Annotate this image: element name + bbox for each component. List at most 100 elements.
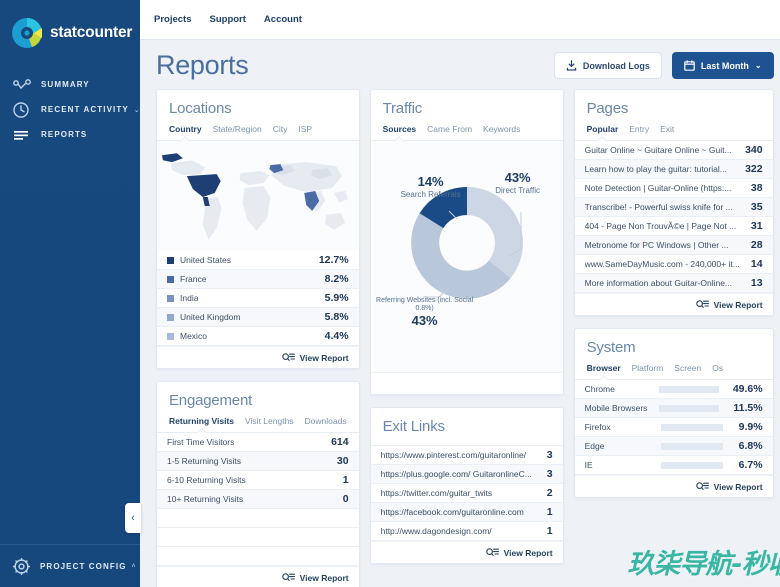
row-value: 14 bbox=[750, 258, 763, 270]
row-value: 5.8% bbox=[324, 311, 349, 323]
view-report-button[interactable]: View Report bbox=[574, 293, 773, 315]
table-row[interactable]: 1-5 Returning Visits 30 bbox=[157, 452, 359, 471]
row-value: 12.7% bbox=[318, 254, 349, 266]
sidebar-item-project-config[interactable]: PROJECT CONFIG ˄ bbox=[0, 544, 140, 587]
tab-state-region[interactable]: State/Region bbox=[213, 124, 262, 134]
table-row[interactable]: https://plus.google.com/ GuitaronlineC..… bbox=[370, 465, 563, 484]
row-value: 35 bbox=[750, 201, 763, 213]
engagement-tabs: Returning Visits Visit Lengths Downloads bbox=[169, 416, 347, 432]
row-label: Note Detection | Guitar-Online (https:..… bbox=[584, 183, 732, 193]
row-value: 614 bbox=[331, 436, 349, 448]
table-row[interactable]: Metronome for PC Windows | Other ... 28 bbox=[574, 236, 773, 255]
tab-entry[interactable]: Entry bbox=[629, 124, 649, 134]
row-label: More information about Guitar-Online... bbox=[584, 278, 733, 288]
table-row[interactable]: http://www.dagondesign.com/ 1 bbox=[370, 522, 563, 541]
table-row[interactable]: Edge 6.8% bbox=[574, 437, 773, 456]
row-label: United Kingdom bbox=[180, 312, 241, 322]
chevron-up-icon[interactable]: ˄ bbox=[132, 563, 136, 570]
tab-screen[interactable]: Screen bbox=[674, 363, 701, 373]
sidebar-collapse-button[interactable]: ‹ bbox=[125, 503, 141, 533]
table-row[interactable]: United States 12.7% bbox=[157, 251, 359, 270]
tab-os[interactable]: Os bbox=[712, 363, 723, 373]
exit-links-header: Exit Links bbox=[370, 408, 563, 445]
tab-browser[interactable]: Browser bbox=[587, 363, 621, 373]
row-label: 10+ Returning Visits bbox=[167, 494, 244, 504]
date-range-button[interactable]: Last Month ⌄ bbox=[671, 52, 774, 79]
table-row[interactable]: Mexico 4.4% bbox=[157, 327, 359, 346]
table-row[interactable]: United Kingdom 5.8% bbox=[157, 308, 359, 327]
row-label: 1-5 Returning Visits bbox=[167, 456, 242, 466]
tab-keywords[interactable]: Keywords bbox=[483, 124, 520, 134]
pages-body: Guitar Online ~ Guitare Online ~ Guit...… bbox=[574, 140, 773, 293]
topnav-projects[interactable]: Projects bbox=[154, 14, 192, 25]
table-row[interactable]: More information about Guitar-Online... … bbox=[574, 274, 773, 293]
progress-bar bbox=[660, 461, 723, 469]
sidebar-item-summary[interactable]: SUMMARY bbox=[0, 72, 140, 97]
tab-visit-lengths[interactable]: Visit Lengths bbox=[245, 416, 294, 426]
table-row[interactable]: Learn how to play the guitar: tutorial..… bbox=[574, 160, 773, 179]
chevron-down-icon[interactable]: ⌄ bbox=[134, 106, 140, 114]
table-row[interactable]: https://facebook.com/guitaronline.com 1 bbox=[370, 503, 563, 522]
locations-rows: United States 12.7% France 8.2% India 5.… bbox=[157, 251, 359, 346]
view-report-button[interactable]: View Report bbox=[157, 346, 359, 368]
tab-isp[interactable]: ISP bbox=[298, 124, 312, 134]
table-row[interactable]: https://twitter.com/guitar_twits 2 bbox=[370, 484, 563, 503]
table-row[interactable]: www.SameDayMusic.com - 240,000+ it... 14 bbox=[574, 255, 773, 274]
tab-came-from[interactable]: Came From bbox=[427, 124, 472, 134]
row-value: 5.9% bbox=[324, 292, 349, 304]
tab-sources[interactable]: Sources bbox=[383, 124, 417, 134]
sidebar-item-reports[interactable]: REPORTS bbox=[0, 122, 140, 147]
row-label: France bbox=[180, 274, 207, 284]
table-row[interactable]: France 8.2% bbox=[157, 270, 359, 289]
tab-city[interactable]: City bbox=[273, 124, 288, 134]
view-report-label: View Report bbox=[299, 352, 349, 363]
row-label: Guitar Online ~ Guitare Online ~ Guit... bbox=[584, 145, 732, 155]
table-row[interactable]: IE 6.7% bbox=[574, 456, 773, 475]
table-row[interactable]: Chrome 49.6% bbox=[574, 380, 773, 399]
traffic-donut-chart: 14% Search Referrals 43% Direct Traffic … bbox=[370, 157, 563, 372]
view-report-button[interactable]: View Report bbox=[574, 475, 773, 497]
card-title: Engagement bbox=[169, 392, 253, 409]
world-map-icon[interactable] bbox=[157, 141, 359, 251]
tab-returning-visits[interactable]: Returning Visits bbox=[169, 416, 234, 426]
download-icon bbox=[566, 60, 577, 71]
tab-platform[interactable]: Platform bbox=[632, 363, 664, 373]
table-row[interactable]: 10+ Returning Visits 0 bbox=[157, 490, 359, 509]
traffic-card: Traffic Sources Came From Keywords 14% S… bbox=[369, 89, 564, 395]
clock-icon bbox=[12, 101, 32, 119]
legend-swatch bbox=[167, 313, 174, 321]
row-value: 38 bbox=[750, 182, 763, 194]
tab-popular[interactable]: Popular bbox=[587, 124, 619, 134]
magnify-list-icon bbox=[281, 349, 295, 367]
table-row[interactable]: 404 - Page Non TrouvÃ©e | Page Not ... 3… bbox=[574, 217, 773, 236]
download-logs-button[interactable]: Download Logs bbox=[553, 52, 662, 79]
row-value: 9.9% bbox=[738, 421, 763, 433]
tab-exit[interactable]: Exit bbox=[660, 124, 674, 134]
table-row[interactable]: 6-10 Returning Visits 1 bbox=[157, 471, 359, 490]
tab-downloads[interactable]: Downloads bbox=[305, 416, 347, 426]
table-row[interactable]: Note Detection | Guitar-Online (https:..… bbox=[574, 179, 773, 198]
table-row[interactable]: Guitar Online ~ Guitare Online ~ Guit...… bbox=[574, 141, 773, 160]
empty-row bbox=[157, 509, 359, 528]
traffic-header: Traffic Sources Came From Keywords bbox=[370, 90, 563, 140]
row-label: Firefox bbox=[584, 422, 611, 432]
locations-tabs: Country State/Region City ISP bbox=[169, 124, 347, 140]
engagement-header: Engagement Returning Visits Visit Length… bbox=[157, 382, 359, 432]
table-row[interactable]: Transcribe! - Powerful swiss knife for .… bbox=[574, 198, 773, 217]
view-report-button[interactable]: View Report bbox=[157, 566, 359, 587]
topnav-support[interactable]: Support bbox=[210, 14, 246, 25]
sidebar-item-recent-activity[interactable]: RECENT ACTIVITY ⌄ bbox=[0, 97, 140, 122]
brand-logo[interactable]: statcounter bbox=[0, 0, 140, 50]
row-label: https://plus.google.com/ GuitaronlineC..… bbox=[380, 469, 532, 479]
progress-bar bbox=[658, 404, 720, 412]
view-report-button[interactable]: View Report bbox=[370, 541, 563, 563]
table-row[interactable]: First Time Visitors 614 bbox=[157, 433, 359, 452]
topnav-account[interactable]: Account bbox=[264, 14, 302, 25]
exit-links-card: Exit Links https://www.pinterest.com/gui… bbox=[369, 407, 564, 564]
table-row[interactable]: https://www.pinterest.com/guitaronline/ … bbox=[370, 446, 563, 465]
donut-value: 43% bbox=[411, 312, 438, 328]
table-row[interactable]: Mobile Browsers 11.5% bbox=[574, 399, 773, 418]
table-row[interactable]: Firefox 9.9% bbox=[574, 418, 773, 437]
tab-country[interactable]: Country bbox=[169, 124, 202, 134]
table-row[interactable]: India 5.9% bbox=[157, 289, 359, 308]
